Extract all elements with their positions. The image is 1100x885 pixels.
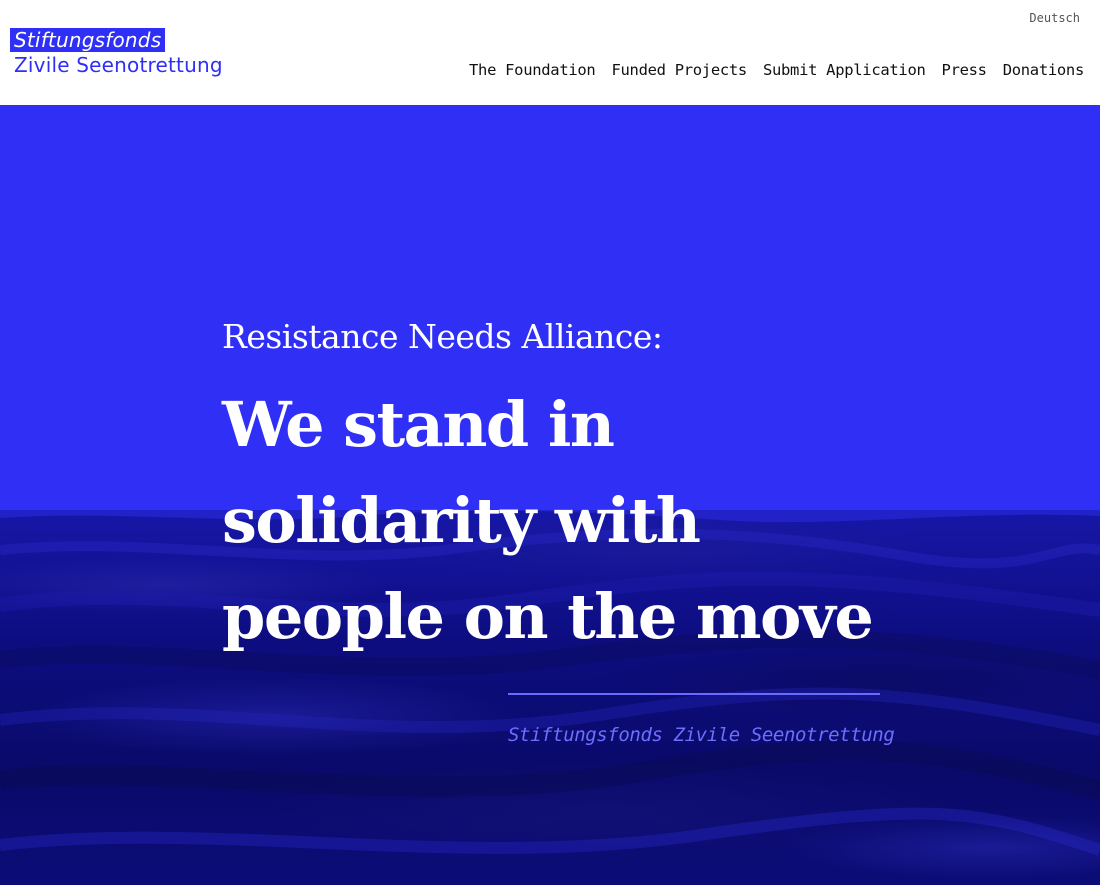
hero-signature: Stiftungsfonds Zivile Seenotrettung (508, 724, 895, 746)
language-switch-link[interactable]: Deutsch (1029, 11, 1080, 25)
site-logo[interactable]: Stiftungsfonds Zivile Seenotrettung (10, 28, 223, 79)
site-header: Stiftungsfonds Zivile Seenotrettung Deut… (0, 0, 1100, 105)
nav-item-donations[interactable]: Donations (1003, 61, 1085, 79)
nav-item-submit-application[interactable]: Submit Application (763, 61, 926, 79)
hero-headline-line: people on the move (222, 580, 874, 653)
nav-item-the-foundation[interactable]: The Foundation (469, 61, 596, 79)
hero-headline-line: solidarity with (222, 484, 701, 557)
hero-section: Resistance Needs Alliance: We stand in s… (0, 105, 1100, 885)
nav-item-funded-projects[interactable]: Funded Projects (611, 61, 747, 79)
logo-line-2: Zivile Seenotrettung (14, 53, 223, 77)
nav-item-press[interactable]: Press (942, 61, 987, 79)
hero-subtitle: Resistance Needs Alliance: (222, 317, 663, 356)
hero-headline: We stand in solidarity with people on th… (222, 377, 922, 665)
main-nav: The Foundation Funded Projects Submit Ap… (469, 61, 1084, 79)
signature-divider (508, 693, 880, 695)
logo-line-1: Stiftungsfonds (10, 28, 166, 52)
hero-headline-line: We stand in (222, 388, 615, 461)
